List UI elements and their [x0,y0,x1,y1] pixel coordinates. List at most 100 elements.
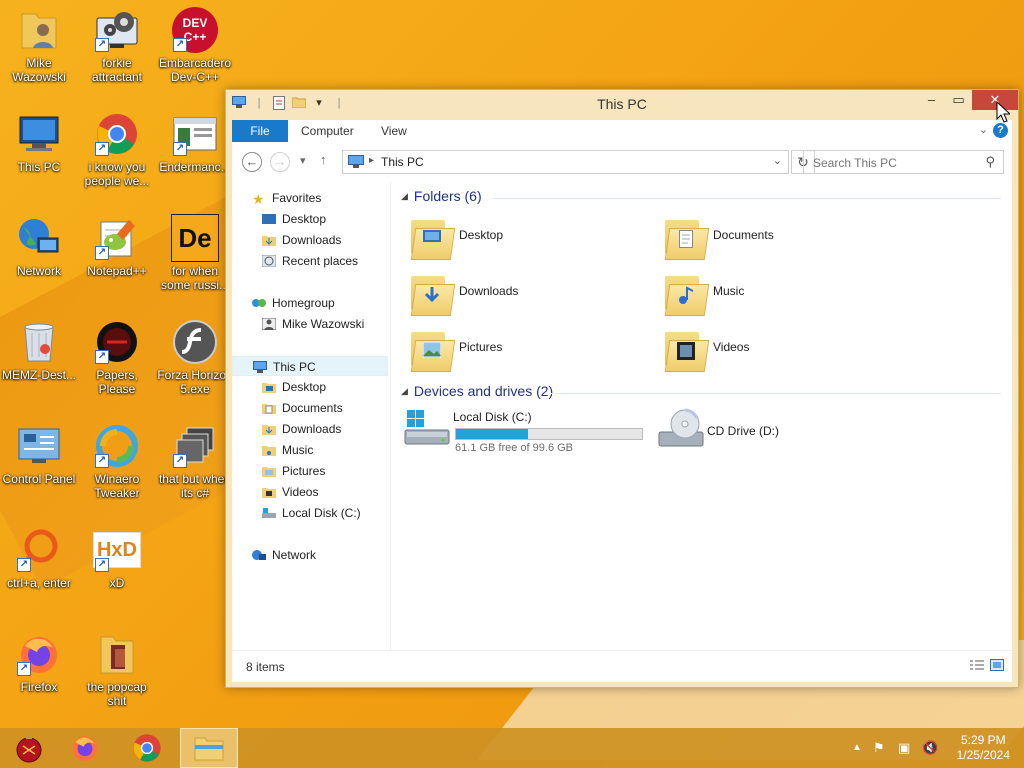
desktop-icon-chrome-link[interactable]: ↗ i know you people we... [79,110,155,188]
desktop-icon-ctrl-a-enter[interactable]: ↗ ctrl+a, enter [1,526,77,590]
taskbar-firefox[interactable] [56,728,114,768]
folders-group-header[interactable]: ◢ Folders (6) [401,188,482,204]
chrome-icon [133,734,161,762]
minimize-button[interactable]: – [918,90,945,110]
firefox-icon [72,736,98,761]
nav-pc-local-disk[interactable]: Local Disk (C:) [262,503,361,523]
desktop-icon-this-pc[interactable]: This PC [1,110,77,174]
desktop-icon-network[interactable]: Network [1,214,77,278]
nav-label: Network [272,548,317,562]
homegroup-icon [252,295,266,307]
details-view-icon[interactable] [970,659,984,671]
folder-name: Downloads [459,284,519,298]
nav-this-pc[interactable]: This PC [232,356,388,376]
shortcut-arrow-icon: ↗ [173,142,187,156]
desktop-icon-forza-horizon[interactable]: Forza Horizon 5.exe [157,318,233,396]
address-bar[interactable]: ▸ This PC ⌄ [342,150,789,174]
shortcut-arrow-icon: ↗ [95,246,109,260]
desktop-icon-that-but-when-its-csharp[interactable]: ↗ that but when its c# [157,422,233,500]
nav-pc-desktop[interactable]: Desktop [262,377,326,397]
nav-pc-documents[interactable]: Documents [262,398,343,418]
folder-desktop[interactable]: Desktop [409,214,639,264]
network-status-icon[interactable]: ▣ [898,740,910,756]
collapse-caret-icon[interactable]: ◢ [401,191,408,201]
desktop-icon-forkie-attractant[interactable]: ↗ forkie attractant [79,6,155,84]
network-globe-icon [15,214,63,262]
desktop-icon-popcap[interactable]: the popcap shit [79,630,155,708]
nav-fav-desktop[interactable]: Desktop [262,209,326,229]
search-icon[interactable]: ⚲ [985,154,995,170]
desktop-icon-xd[interactable]: HxD ↗ xD [79,526,155,590]
nav-pc-pictures[interactable]: Pictures [262,461,325,481]
back-button[interactable]: ← [242,152,262,172]
start-button[interactable] [0,728,58,768]
downloads-folder-icon [262,232,276,246]
clock-time: 5:29 PM [960,733,1006,747]
breadcrumb-this-pc[interactable]: This PC [381,155,424,169]
clock[interactable]: 5:29 PM 1/25/2024 [957,733,1010,763]
up-button[interactable]: ↑ [320,152,327,167]
drive-local-disk-c[interactable]: Local Disk (C:) 61.1 GB free of 99.6 GB [403,408,653,458]
folder-downloads[interactable]: Downloads [409,270,639,320]
desktop-icon-endermanc[interactable]: ↗ Endermanc... [157,110,233,174]
tab-view[interactable]: View [381,120,407,142]
nav-fav-recent-places[interactable]: Recent places [261,251,358,271]
folder-videos[interactable]: Videos [663,326,893,376]
group-divider [551,393,1001,394]
volume-muted-icon[interactable]: 🔇 [922,740,938,756]
nav-pc-downloads[interactable]: Downloads [262,419,341,439]
desktop-icon-control-panel[interactable]: Control Panel [1,422,77,486]
help-button[interactable]: ? [993,123,1008,138]
taskbar-chrome[interactable] [118,728,176,768]
action-center-flag-icon[interactable]: ⚑ [873,740,885,756]
desktop-icon-firefox[interactable]: ↗ Firefox [1,630,77,694]
address-dropdown-chevron-icon[interactable]: ⌄ [773,154,782,167]
folder-documents[interactable]: Documents [663,214,893,264]
nav-pc-videos[interactable]: Videos [262,482,318,502]
collapse-caret-icon[interactable]: ◢ [401,386,408,396]
desktop-icon-mike-wazowski[interactable]: Mike Wazowski [1,6,77,84]
breadcrumb-chevron-icon[interactable]: ▸ [369,155,374,166]
folder-music[interactable]: Music [663,270,893,320]
desktop-icon-for-when-some-russi[interactable]: De for when some russi... [157,214,233,292]
large-icons-view-icon[interactable] [990,659,1004,671]
network-icon [252,547,266,560]
shortcut-arrow-icon: ↗ [95,38,109,52]
desktop-icon-dev-cpp[interactable]: DEV C++ ↗ Embarcadero Dev-C++ [157,6,233,84]
nav-homegroup[interactable]: Homegroup [252,293,335,313]
forward-button[interactable]: → [270,152,290,172]
item-count: 8 items [246,660,285,674]
nav-network[interactable]: Network [252,545,316,565]
clock-date: 1/25/2024 [956,748,1010,762]
desktop-icon-notepadpp[interactable]: ↗ Notepad++ [79,214,155,278]
nav-pc-music[interactable]: Music [262,440,313,460]
close-button[interactable]: ✕ [972,90,1018,110]
hard-drive-icon [403,408,450,454]
drive-name: Local Disk (C:) [453,410,532,424]
devices-group-header[interactable]: ◢ Devices and drives (2) [401,383,553,399]
show-hidden-icons-chevron-icon[interactable]: ▲ [852,742,862,753]
folder-pictures[interactable]: Pictures [409,326,639,376]
pictures-folder-icon [409,326,456,372]
title-bar[interactable]: | ▾ | This PC – ▭ ✕ [226,90,1018,118]
maximize-button[interactable]: ▭ [945,90,972,110]
tab-file[interactable]: File [232,120,288,142]
flash-logo-icon [171,318,219,366]
desktop-icon-label: the popcap shit [87,680,147,708]
drive-cd-d[interactable]: CD Drive (D:) [657,408,887,458]
tab-computer[interactable]: Computer [301,120,354,142]
nav-label: Homegroup [272,296,335,310]
drive-usage-fill [456,429,528,439]
search-input[interactable] [811,152,975,174]
desktop-icon-label: Mike Wazowski [12,56,66,84]
nav-fav-downloads[interactable]: Downloads [262,230,341,250]
desktop-icon-papers-please[interactable]: ↗ Papers, Please [79,318,155,396]
desktop-icon-memz[interactable]: MEMZ-Dest... [1,318,77,382]
papers-please-icon: ↗ [93,318,141,366]
nav-favorites[interactable]: ★ Favorites [252,188,321,208]
recent-locations-chevron-icon[interactable]: ▾ [300,154,306,167]
nav-homegroup-user[interactable]: Mike Wazowski [261,314,364,334]
expand-ribbon-chevron-icon[interactable]: ⌄ [979,123,988,136]
desktop-icon-winaero-tweaker[interactable]: ↗ Winaero Tweaker [79,422,155,500]
taskbar-file-explorer[interactable] [180,728,238,768]
